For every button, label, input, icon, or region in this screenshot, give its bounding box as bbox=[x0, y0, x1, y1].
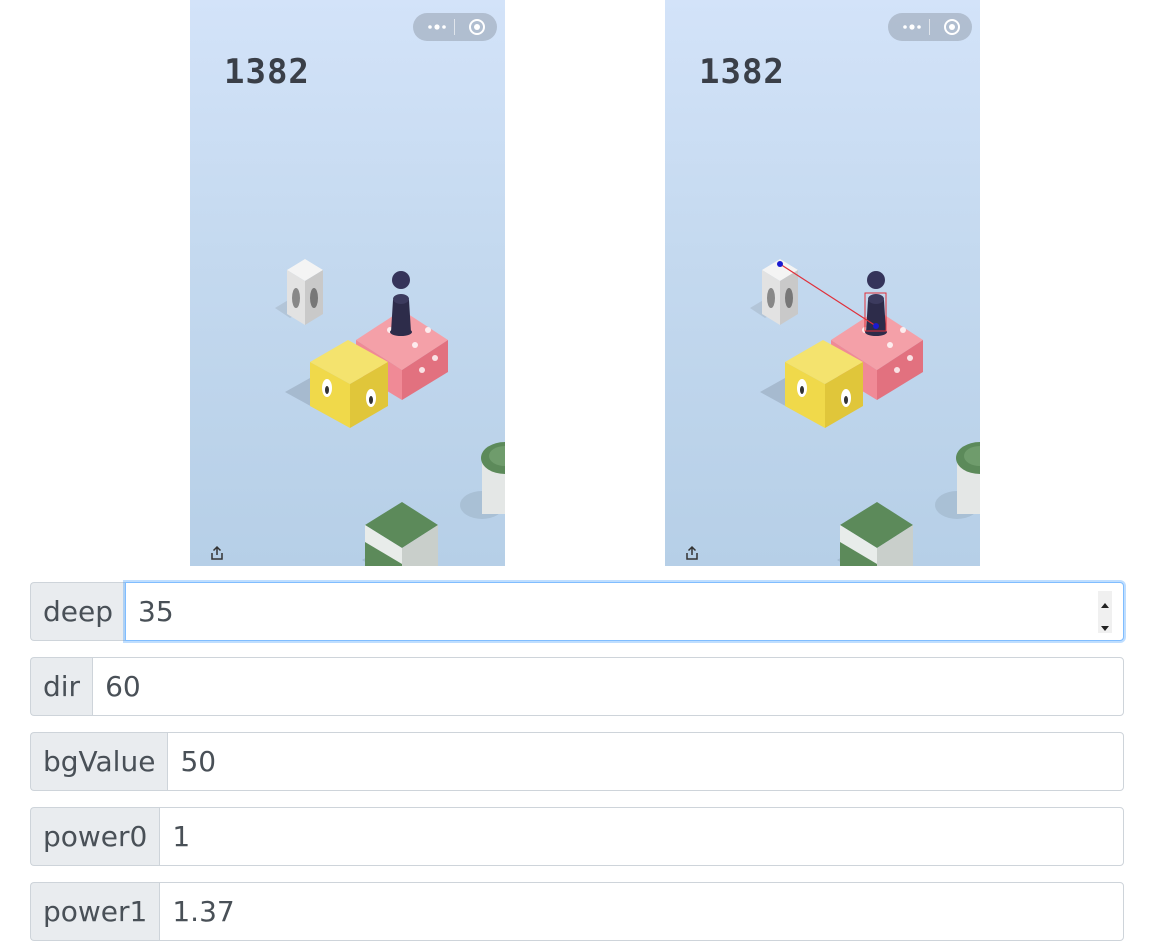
field-label-power1: power1 bbox=[30, 882, 160, 941]
power0-input[interactable] bbox=[159, 807, 1124, 866]
deep-input[interactable] bbox=[125, 582, 1124, 641]
player-head bbox=[867, 271, 885, 289]
field-label-bgvalue: bgValue bbox=[30, 732, 168, 791]
field-label-dir: dir bbox=[30, 657, 93, 716]
dir-input[interactable] bbox=[92, 657, 1124, 716]
field-label-power0: power0 bbox=[30, 807, 160, 866]
target-close-icon[interactable] bbox=[938, 13, 966, 41]
field-label-deep: deep bbox=[30, 582, 125, 641]
field-dir: dir bbox=[30, 657, 1124, 716]
game-screenshot-annotated: 1382 bbox=[665, 0, 980, 566]
share-icon[interactable] bbox=[685, 545, 699, 561]
miniprogram-capsule bbox=[888, 13, 972, 41]
field-deep: deep bbox=[30, 582, 1124, 641]
more-dots-icon[interactable] bbox=[898, 13, 926, 41]
capsule-divider bbox=[454, 19, 455, 35]
more-dots-icon[interactable] bbox=[423, 13, 451, 41]
miniprogram-capsule bbox=[413, 13, 497, 41]
capsule-divider bbox=[929, 19, 930, 35]
game-screenshot-original: 1382 bbox=[190, 0, 505, 566]
player-body bbox=[391, 300, 411, 332]
field-power1: power1 bbox=[30, 882, 1124, 941]
bgvalue-input[interactable] bbox=[167, 732, 1124, 791]
player-head bbox=[392, 271, 410, 289]
share-icon[interactable] bbox=[210, 545, 224, 561]
target-close-icon[interactable] bbox=[463, 13, 491, 41]
field-bgvalue: bgValue bbox=[30, 732, 1124, 791]
target-point bbox=[777, 261, 783, 267]
field-power0: power0 bbox=[30, 807, 1124, 866]
score-display: 1382 bbox=[699, 52, 785, 92]
number-spinner[interactable] bbox=[1098, 591, 1112, 633]
spinner-arrows-icon[interactable] bbox=[1098, 591, 1112, 633]
power1-input[interactable] bbox=[159, 882, 1124, 941]
player-point bbox=[873, 323, 879, 329]
score-display: 1382 bbox=[224, 52, 310, 92]
